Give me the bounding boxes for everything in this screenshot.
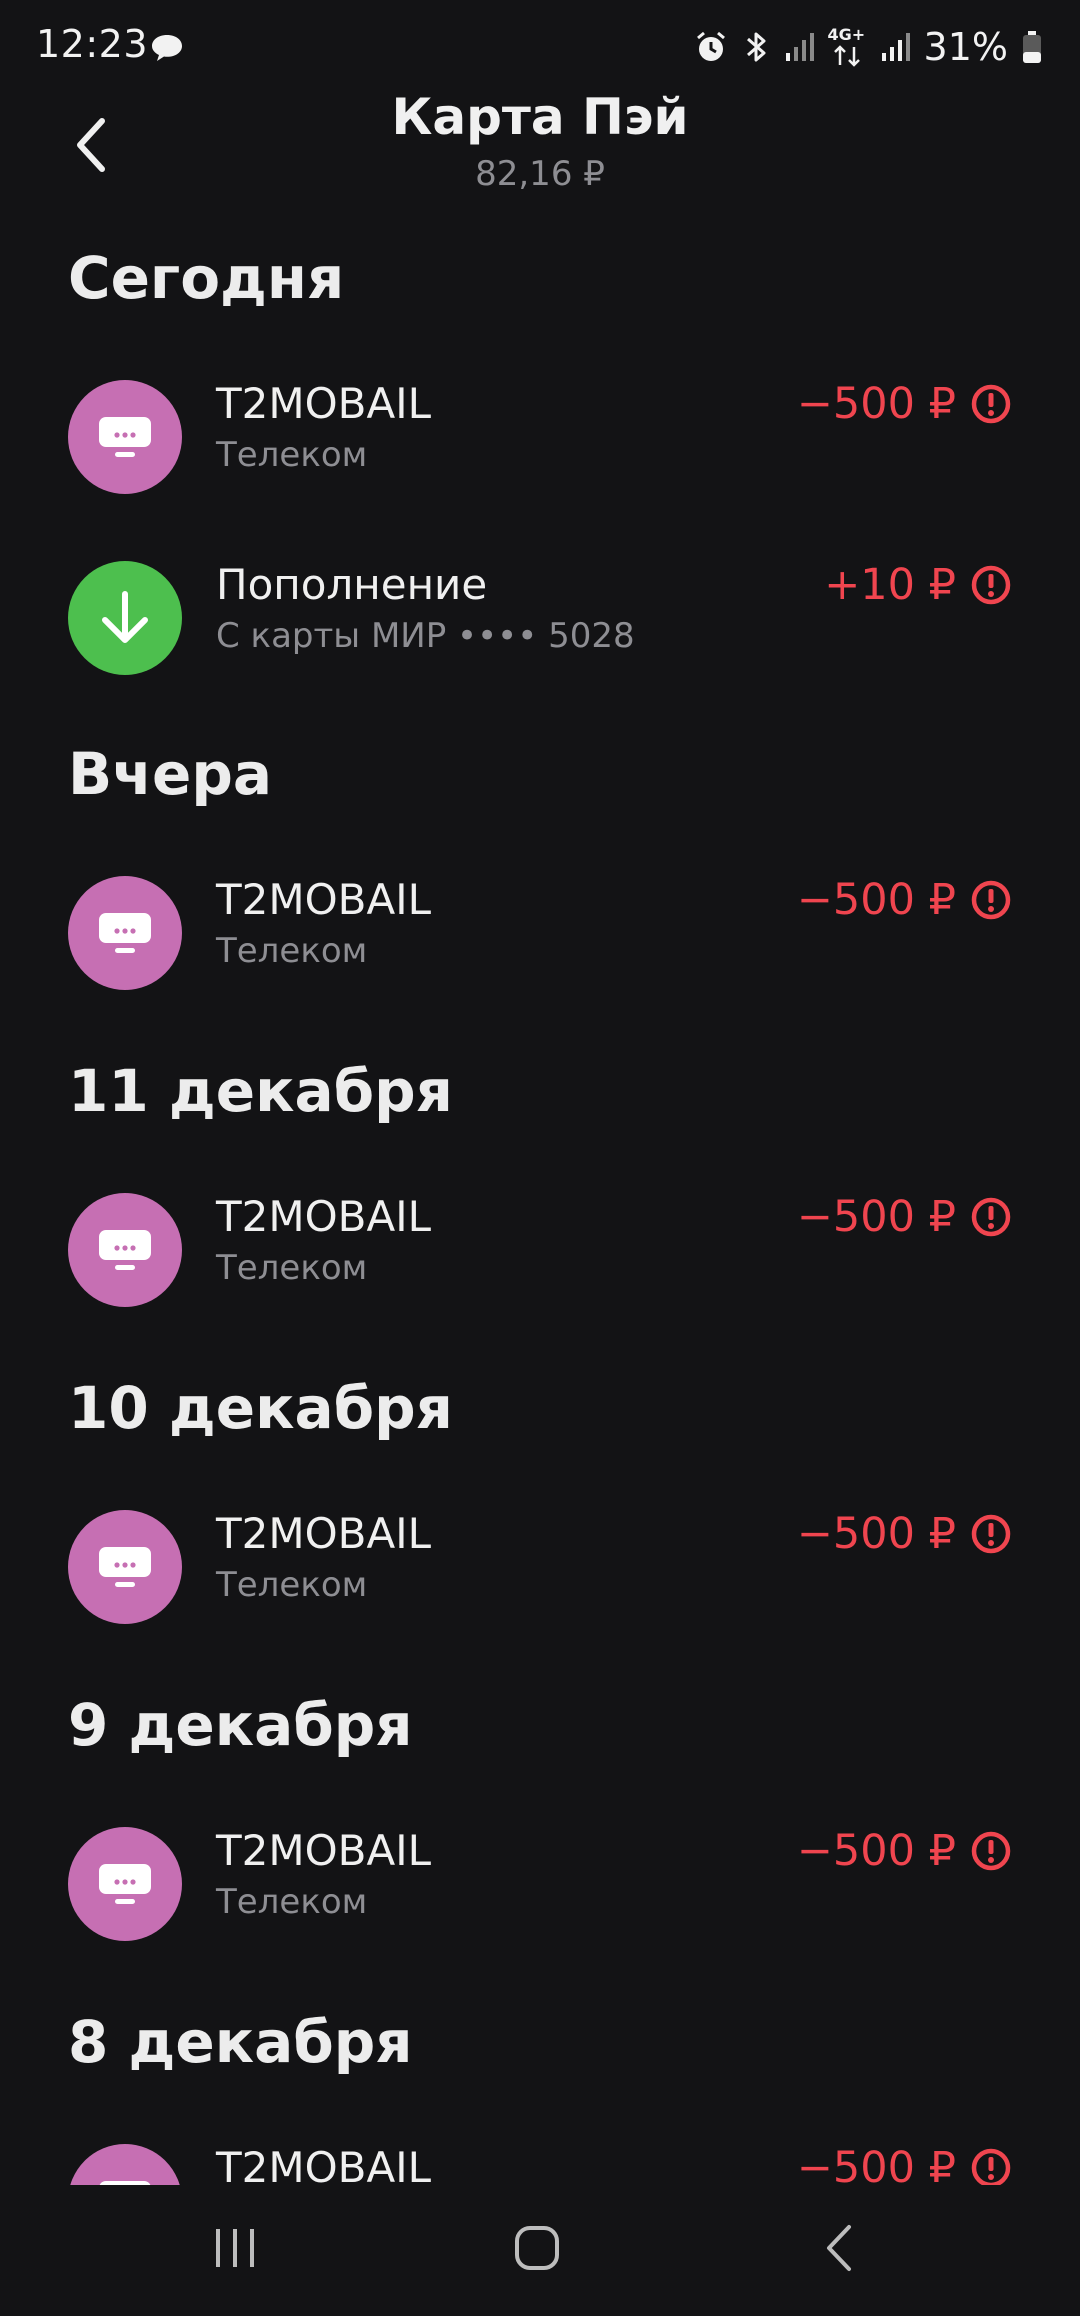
merchant-name: T2MOBAIL <box>216 875 432 924</box>
alert-icon <box>971 384 1011 424</box>
system-nav-bar <box>0 2185 1080 2316</box>
transaction-row[interactable]: T2MOBAIL Телеком −500 ₽ <box>0 377 1080 497</box>
tv-icon <box>96 1543 154 1591</box>
transaction-avatar <box>68 561 182 675</box>
alert-icon <box>971 1197 1011 1237</box>
recent-apps-icon <box>216 2229 254 2267</box>
transaction-row[interactable]: T2MOBAIL Телеком −500 ₽ <box>0 873 1080 993</box>
transaction-amount: −500 ₽ <box>796 1192 956 1242</box>
transaction-amount: +10 ₽ <box>824 560 956 610</box>
merchant-name: T2MOBAIL <box>216 1192 432 1241</box>
transaction-category: Телеком <box>216 931 368 971</box>
home-button[interactable] <box>477 2203 597 2293</box>
merchant-name: T2MOBAIL <box>216 2143 432 2185</box>
amount-group: −500 ₽ <box>797 1509 1012 1559</box>
alert-icon <box>971 880 1011 920</box>
section-heading: Вчера <box>68 740 273 808</box>
amount-group: −500 ₽ <box>797 1826 1012 1876</box>
transaction-row[interactable]: T2MOBAIL Телеком −500 ₽ <box>0 1190 1080 1310</box>
transactions-list[interactable]: Сегодня T2MOBAIL Телеком −500 ₽ Пополнен… <box>0 0 1080 2185</box>
transaction-row[interactable]: T2MOBAIL Телеком −500 ₽ <box>0 1507 1080 1627</box>
alert-icon <box>971 2148 1011 2185</box>
transaction-avatar <box>68 876 182 990</box>
transaction-amount: −500 ₽ <box>796 2143 956 2185</box>
alert-icon <box>971 565 1011 605</box>
transaction-category: Телеком <box>216 1882 368 1922</box>
amount-group: −500 ₽ <box>797 2143 1012 2185</box>
alert-icon <box>971 1831 1011 1871</box>
merchant-name: T2MOBAIL <box>216 1509 432 1558</box>
merchant-name: T2MOBAIL <box>216 379 432 428</box>
recent-apps-button[interactable] <box>175 2203 295 2293</box>
tv-icon <box>96 413 154 461</box>
section-heading: 8 декабря <box>68 2008 413 2076</box>
transaction-row[interactable]: Пополнение С карты МИР •••• 5028 +10 ₽ <box>0 558 1080 678</box>
section-heading: 11 декабря <box>68 1057 453 1125</box>
arrow-down-icon <box>97 588 153 648</box>
transaction-category: Телеком <box>216 1248 368 1288</box>
section-heading: 10 декабря <box>68 1374 453 1442</box>
transaction-row[interactable]: T2MOBAIL Телеком −500 ₽ <box>0 2141 1080 2185</box>
amount-group: −500 ₽ <box>797 379 1012 429</box>
transaction-amount: −500 ₽ <box>796 379 956 429</box>
section-heading: Сегодня <box>68 244 345 312</box>
transaction-amount: −500 ₽ <box>796 875 956 925</box>
tv-icon <box>96 909 154 957</box>
tv-icon <box>96 2177 154 2185</box>
transaction-avatar <box>68 1193 182 1307</box>
transaction-avatar <box>68 380 182 494</box>
transaction-avatar <box>68 1827 182 1941</box>
card-balance: 82,16 ₽ <box>475 154 605 194</box>
transaction-category: Телеком <box>216 1565 368 1605</box>
amount-group: −500 ₽ <box>797 875 1012 925</box>
alert-icon <box>971 1514 1011 1554</box>
home-icon <box>515 2226 559 2270</box>
tv-icon <box>96 1226 154 1274</box>
merchant-name: Пополнение <box>216 560 488 609</box>
transaction-category: С карты МИР •••• 5028 <box>216 616 635 656</box>
merchant-name: T2MOBAIL <box>216 1826 432 1875</box>
transaction-amount: −500 ₽ <box>796 1509 956 1559</box>
transaction-amount: −500 ₽ <box>796 1826 956 1876</box>
transaction-avatar <box>68 2144 182 2185</box>
transaction-category: Телеком <box>216 435 368 475</box>
transaction-avatar <box>68 1510 182 1624</box>
page-title: Карта Пэй <box>391 88 689 146</box>
section-heading: 9 декабря <box>68 1691 413 1759</box>
amount-group: +10 ₽ <box>824 560 1012 610</box>
amount-group: −500 ₽ <box>797 1192 1012 1242</box>
system-back-button[interactable] <box>780 2203 900 2293</box>
back-arrow-icon <box>827 2225 851 2271</box>
tv-icon <box>96 1860 154 1908</box>
transaction-row[interactable]: T2MOBAIL Телеком −500 ₽ <box>0 1824 1080 1944</box>
